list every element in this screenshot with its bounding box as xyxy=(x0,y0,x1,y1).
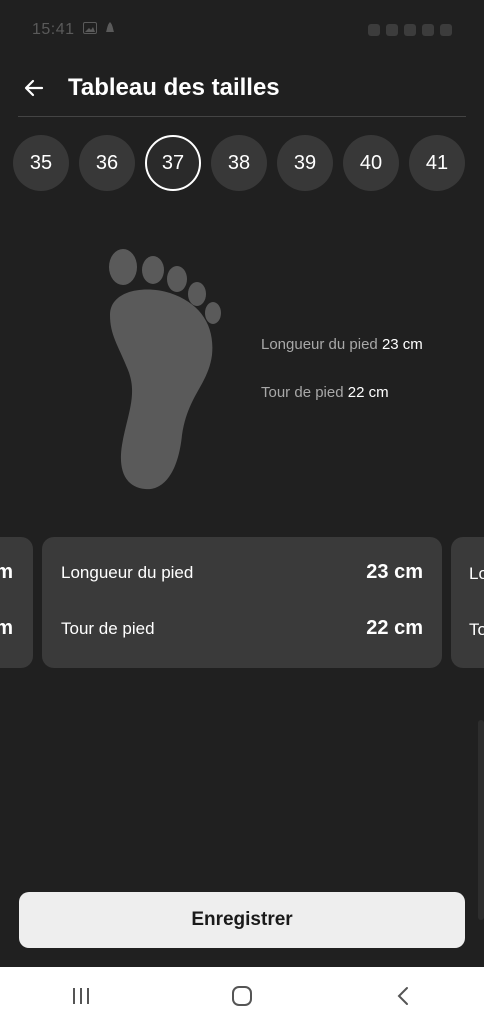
header: Tableau des tailles xyxy=(0,60,484,116)
system-navigation-bar xyxy=(0,967,484,1024)
size-card-previous[interactable]: m m xyxy=(0,537,33,668)
back-chevron-icon xyxy=(397,986,409,1005)
gallery-icon xyxy=(82,21,97,39)
notification-icon xyxy=(105,21,115,40)
save-button[interactable]: Enregistrer xyxy=(19,892,465,948)
size-chip-41[interactable]: 41 xyxy=(409,135,465,191)
home-button[interactable] xyxy=(212,976,272,1016)
status-bar: 15:41 xyxy=(0,0,484,60)
back-button[interactable] xyxy=(22,76,46,100)
next-card-fragment-2: To xyxy=(469,620,484,639)
header-divider xyxy=(18,116,466,117)
size-chip-40[interactable]: 40 xyxy=(343,135,399,191)
card-length-value: 23 cm xyxy=(366,561,423,583)
wifi-icon xyxy=(404,24,416,36)
card-girth-row: Tour de pied 22 cm xyxy=(61,617,423,640)
foot-girth-info: Tour de pied 22 cm xyxy=(261,384,389,401)
signal-icon xyxy=(422,24,434,36)
foot-length-label: Longueur du pied xyxy=(261,336,378,353)
recents-icon xyxy=(72,987,89,1004)
size-chip-37[interactable]: 37 xyxy=(145,135,201,191)
back-arrow-icon xyxy=(24,79,44,97)
card-length-row: Longueur du pied 23 cm xyxy=(61,561,423,584)
foot-girth-label: Tour de pied xyxy=(261,384,344,401)
size-chip-38[interactable]: 38 xyxy=(211,135,267,191)
size-card-next[interactable]: Lo To xyxy=(451,537,484,668)
next-card-fragment-1: Lo xyxy=(469,564,484,583)
page-title: Tableau des tailles xyxy=(68,74,280,101)
previous-card-fragment-1: m xyxy=(0,561,13,583)
size-selector: 35 36 37 38 39 40 41 xyxy=(13,135,465,191)
foot-length-info: Longueur du pied 23 cm xyxy=(261,336,423,353)
size-chip-36[interactable]: 36 xyxy=(79,135,135,191)
home-icon xyxy=(231,985,252,1006)
mute-icon xyxy=(386,24,398,36)
recents-button[interactable] xyxy=(51,976,111,1016)
battery-icon xyxy=(440,24,452,36)
size-card-current[interactable]: Longueur du pied 23 cm Tour de pied 22 c… xyxy=(42,537,442,668)
scroll-edge xyxy=(478,720,484,920)
card-length-label: Longueur du pied xyxy=(61,562,194,582)
alarm-icon xyxy=(368,24,380,36)
system-back-button[interactable] xyxy=(373,976,433,1016)
card-girth-label: Tour de pied xyxy=(61,618,155,638)
screen: 15:41 Tableau des tailles 35 36 37 38 39… xyxy=(0,0,484,1024)
size-chip-35[interactable]: 35 xyxy=(13,135,69,191)
card-girth-value: 22 cm xyxy=(366,617,423,639)
previous-card-fragment-2: m xyxy=(0,617,13,639)
size-chip-39[interactable]: 39 xyxy=(277,135,333,191)
foot-illustration xyxy=(109,249,221,490)
status-indicators xyxy=(368,24,452,36)
status-time: 15:41 xyxy=(32,21,75,38)
foot-length-value: 23 cm xyxy=(381,336,423,353)
foot-girth-value: 22 cm xyxy=(347,384,389,401)
